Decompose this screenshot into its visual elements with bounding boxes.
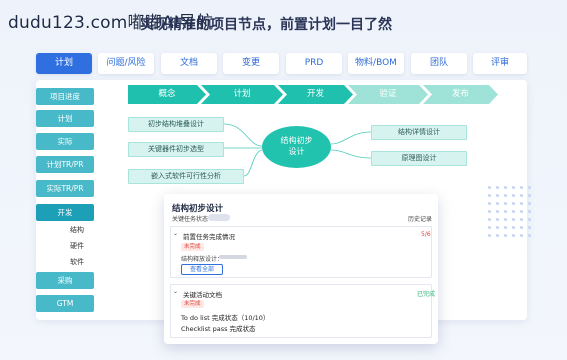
sidebar-item-plan-tr-pr[interactable]: 计划TR/PR <box>36 156 94 173</box>
sidebar-subitem-software[interactable]: 软件 <box>70 257 84 267</box>
tab-changes[interactable]: 变更 <box>223 53 279 74</box>
status-badge-incomplete: 未完成 <box>181 243 204 251</box>
tab-team[interactable]: 团队 <box>411 53 467 74</box>
chevron-down-icon[interactable]: ⌄ <box>173 288 178 295</box>
tab-prd[interactable]: PRD <box>286 53 342 74</box>
task-detail-card: 结构初步设计 关键任务状态 历史记录 ⌄ 前置任务完成情况 5/6 未完成 结构… <box>164 194 438 344</box>
history-link[interactable]: 历史记录 <box>408 214 432 223</box>
mindmap-center-node[interactable]: 结构初步设计 <box>262 126 331 168</box>
page-heading: 实现精准的项目节点，前置计划一目了然 <box>140 17 392 33</box>
phase-step-verification[interactable]: 验证 <box>348 85 428 104</box>
prerequisite-line: 结构释放设计： <box>181 256 224 263</box>
sidebar-item-actual-tr-pr[interactable]: 实际TR/PR <box>36 180 94 197</box>
phase-step-development[interactable]: 开发 <box>278 85 353 104</box>
checklist-status: Checklist pass 完成状态 <box>181 325 256 333</box>
sidebar: 项目进度 计划 实际 计划TR/PR 实际TR/PR 开发 结构 硬件 软件 采… <box>36 88 94 318</box>
phase-step-release[interactable]: 发布 <box>423 85 498 104</box>
key-task-status-label: 关键任务状态 <box>172 216 209 223</box>
mindmap-node-structure-detail-design[interactable]: 结构详情设计 <box>371 125 467 140</box>
mindmap-node-key-component-selection[interactable]: 关键器件初步选型 <box>128 142 224 157</box>
chevron-down-icon[interactable]: ⌄ <box>173 230 178 237</box>
prerequisite-title: 前置任务完成情况 <box>183 233 235 241</box>
status-toggle[interactable] <box>208 214 230 221</box>
mindmap-node-preliminary-stack-design[interactable]: 初步结构堆叠设计 <box>128 117 224 132</box>
key-documents-status: 已完成 <box>417 291 436 298</box>
sidebar-item-gtm[interactable]: GTM <box>36 295 94 312</box>
decorative-dot-grid <box>488 186 534 246</box>
prerequisite-section: ⌄ 前置任务完成情况 5/6 未完成 结构释放设计： 查看全部 <box>170 226 432 278</box>
tab-plan[interactable]: 计划 <box>36 53 92 74</box>
prerequisite-count: 5/6 <box>421 231 431 238</box>
phase-flow: 概念 计划 开发 验证 发布 <box>128 85 498 104</box>
sidebar-item-plan[interactable]: 计划 <box>36 110 94 127</box>
tab-bar: 计划 问题/风险 文档 变更 PRD 物料/BOM 团队 评审 <box>36 53 527 74</box>
tab-documents[interactable]: 文档 <box>161 53 217 74</box>
tab-review[interactable]: 评审 <box>473 53 527 74</box>
status-badge-incomplete: 未完成 <box>181 300 204 308</box>
redacted-bar <box>219 255 247 259</box>
sidebar-item-actual[interactable]: 实际 <box>36 133 94 150</box>
phase-step-concept[interactable]: 概念 <box>128 85 206 104</box>
card-title: 结构初步设计 <box>172 204 224 214</box>
sidebar-subitem-hardware[interactable]: 硬件 <box>70 241 84 251</box>
view-all-button[interactable]: 查看全部 <box>181 264 223 275</box>
mindmap-node-schematic-design[interactable]: 原理图设计 <box>371 151 467 166</box>
phase-step-plan[interactable]: 计划 <box>201 85 283 104</box>
key-documents-title: 关键活动文档 <box>183 291 222 299</box>
sidebar-item-procurement[interactable]: 采购 <box>36 272 94 289</box>
tab-materials-bom[interactable]: 物料/BOM <box>348 53 404 74</box>
key-documents-section: ⌄ 关键活动文档 已完成 未完成 To do list 完成状态（10/10） … <box>170 284 436 338</box>
sidebar-subitem-structure[interactable]: 结构 <box>70 225 84 235</box>
sidebar-item-development[interactable]: 开发 <box>36 204 94 221</box>
todo-list-status: To do list 完成状态（10/10） <box>181 314 270 322</box>
tab-issues-risks[interactable]: 问题/风险 <box>98 53 154 74</box>
sidebar-item-progress[interactable]: 项目进度 <box>36 88 94 105</box>
mindmap-node-embedded-feasibility[interactable]: 嵌入式软件可行性分析 <box>128 169 244 184</box>
